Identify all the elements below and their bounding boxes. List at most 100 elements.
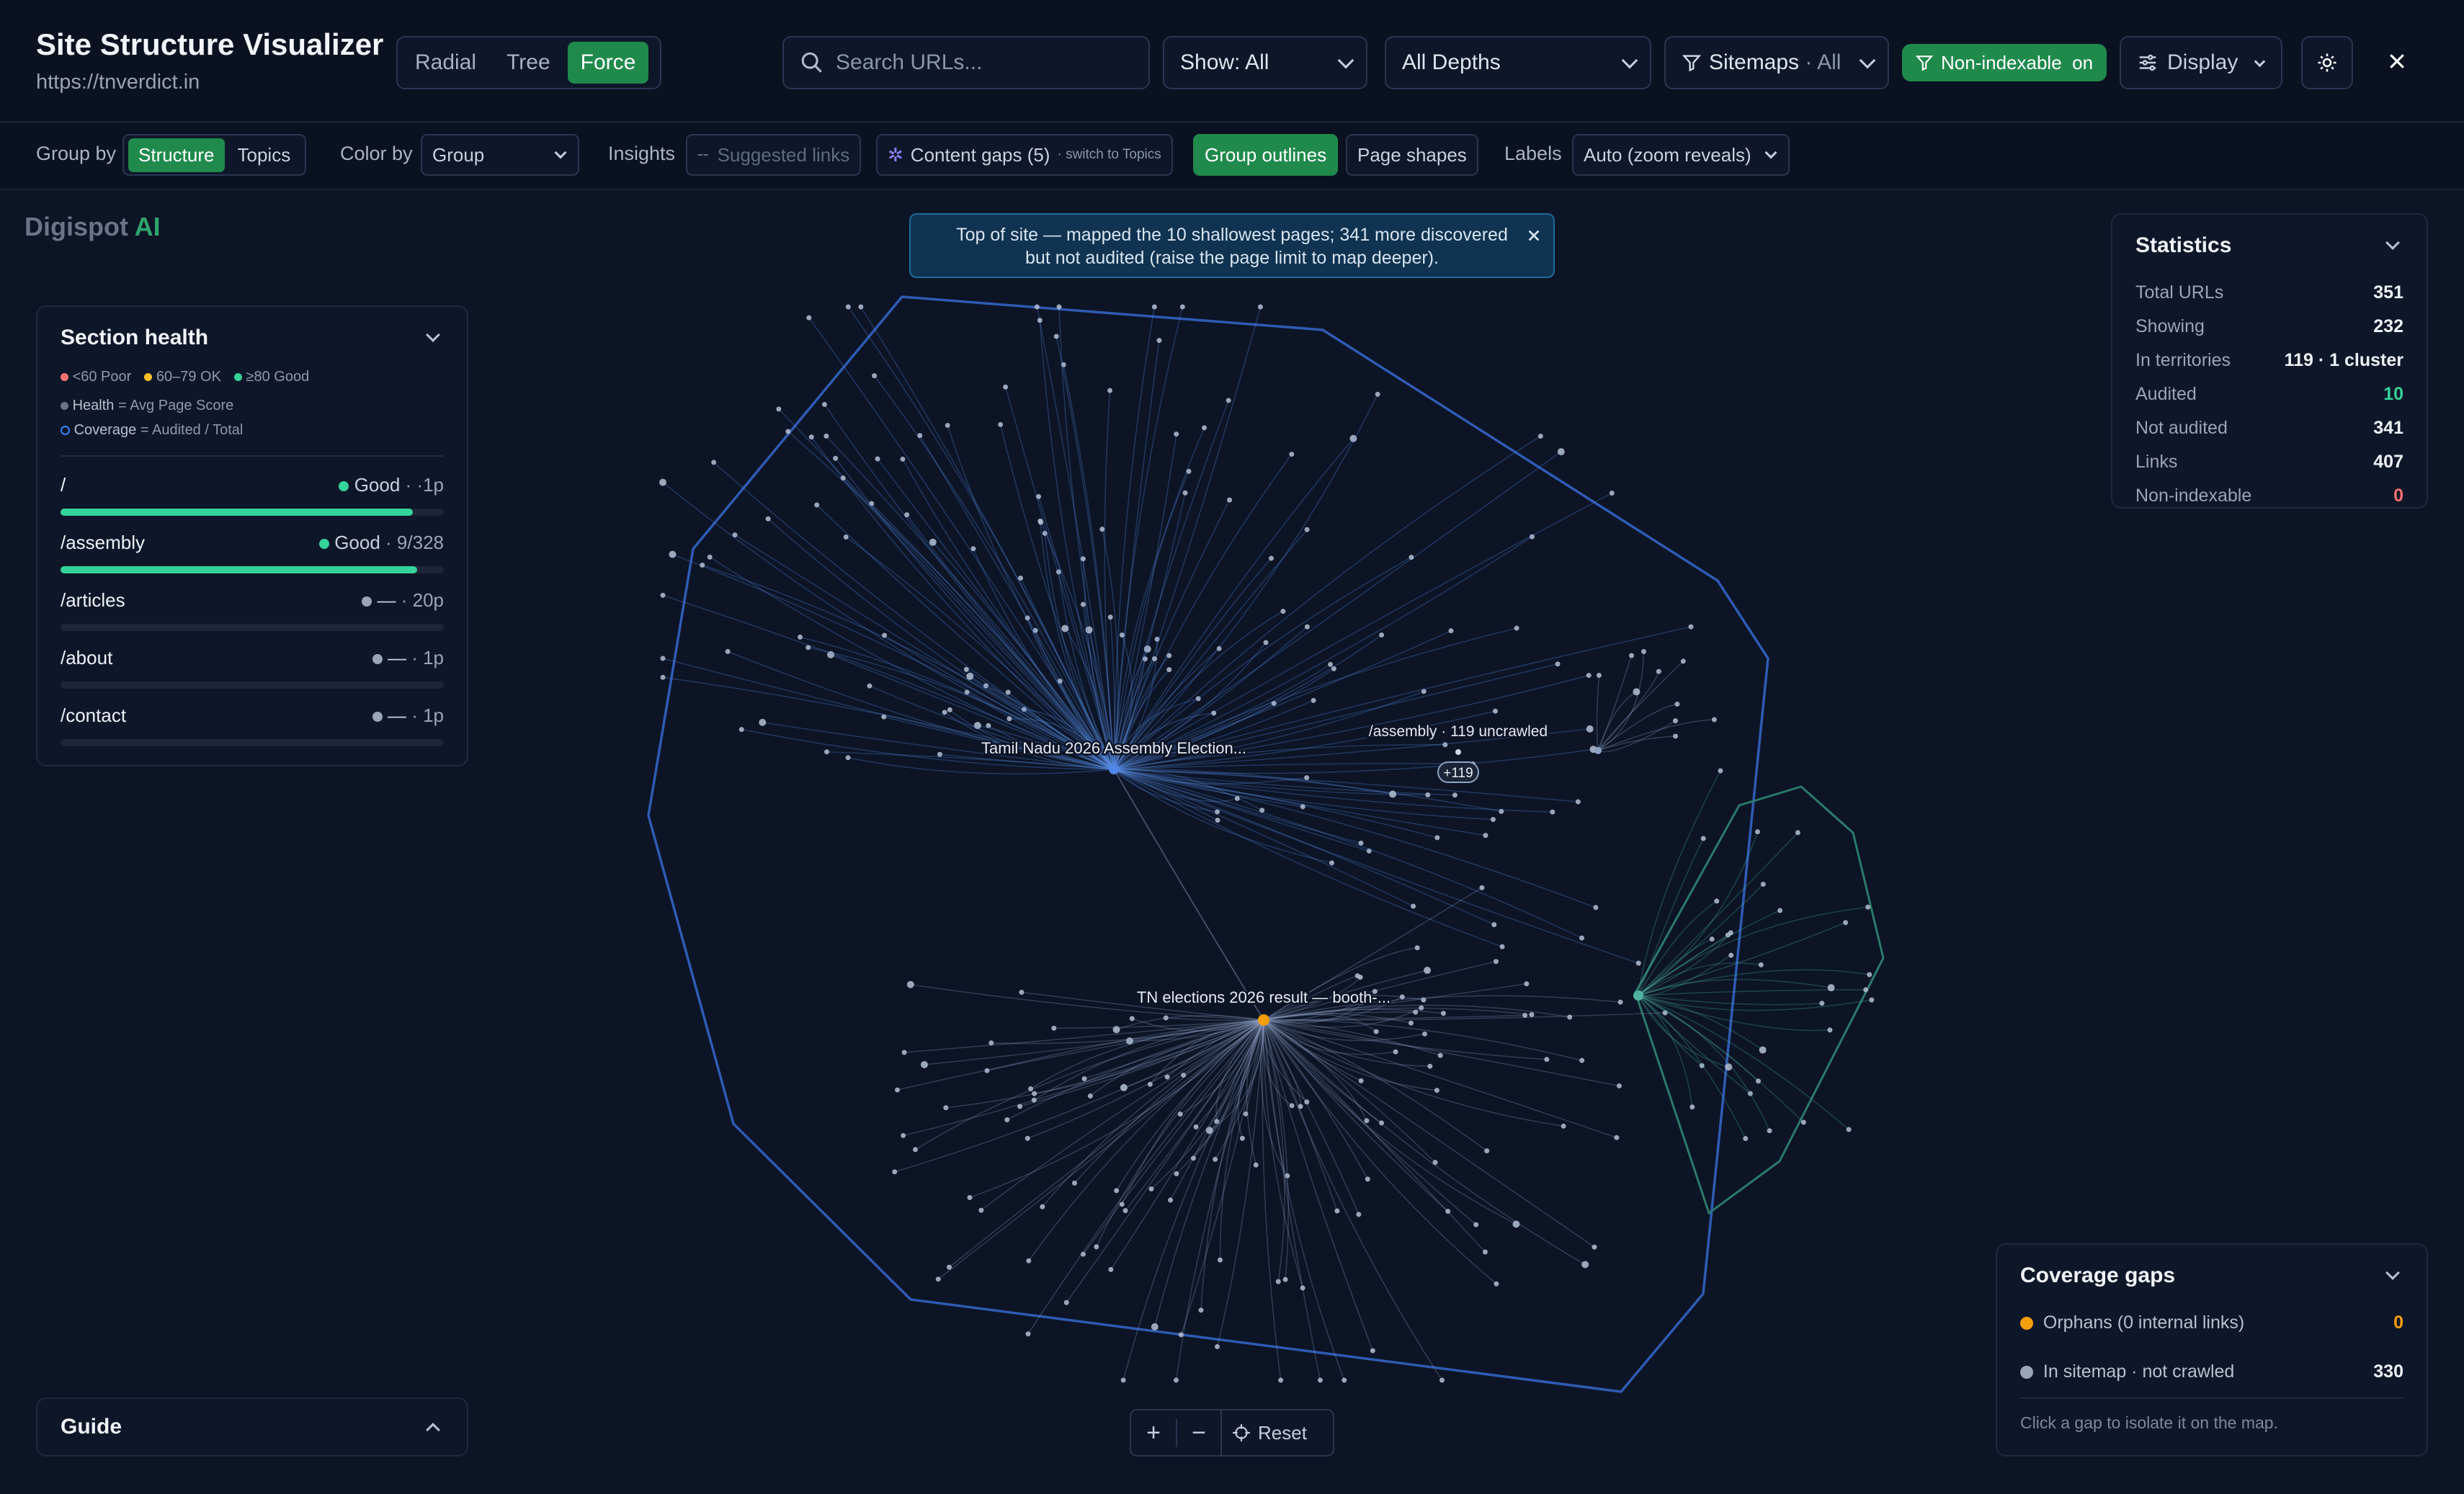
page-node[interactable] <box>1234 795 1240 801</box>
color-by-select[interactable]: Group <box>421 134 579 176</box>
page-node[interactable] <box>1673 733 1679 739</box>
page-node[interactable] <box>1819 1001 1825 1006</box>
page-node[interactable] <box>1257 304 1263 310</box>
graph-canvas[interactable]: Tamil Nadu 2026 Assembly Election... TN e… <box>0 192 2464 1494</box>
page-node[interactable] <box>1026 1258 1032 1263</box>
page-node[interactable] <box>1867 972 1872 978</box>
page-node[interactable] <box>1317 1377 1323 1383</box>
chevron-up-icon[interactable] <box>426 1423 440 1437</box>
page-node[interactable] <box>1754 829 1760 835</box>
page-node[interactable] <box>1674 701 1680 707</box>
page-node[interactable] <box>1003 384 1009 390</box>
page-node[interactable] <box>895 1087 901 1093</box>
page-node[interactable] <box>1759 1046 1767 1054</box>
depth-filter-select[interactable]: All Depths <box>1385 36 1651 89</box>
section-row[interactable]: / Good · ·1p <box>61 474 444 516</box>
page-node[interactable] <box>700 563 705 568</box>
page-node[interactable] <box>1275 1279 1281 1284</box>
page-node[interactable] <box>1017 1104 1023 1109</box>
guide-panel[interactable]: Guide <box>36 1397 468 1457</box>
page-node[interactable] <box>901 1132 906 1138</box>
page-node[interactable] <box>1524 981 1530 987</box>
page-node[interactable] <box>660 674 666 680</box>
page-node[interactable] <box>1094 1244 1099 1250</box>
page-node[interactable] <box>1304 527 1310 532</box>
page-node[interactable] <box>1437 1052 1443 1058</box>
page-node[interactable] <box>1411 903 1416 909</box>
content-gaps-toggle[interactable]: ✲ Content gaps (5) · switch to Topics <box>876 134 1173 176</box>
page-node[interactable] <box>1499 944 1505 949</box>
page-node[interactable] <box>1714 898 1720 904</box>
page-node[interactable] <box>1434 835 1440 841</box>
page-node[interactable] <box>1408 1020 1414 1026</box>
page-node[interactable] <box>1107 614 1113 620</box>
result-node[interactable] <box>1258 1014 1269 1026</box>
page-node[interactable] <box>806 315 812 321</box>
page-node[interactable] <box>1422 1031 1428 1037</box>
page-node[interactable] <box>1227 497 1233 503</box>
page-node[interactable] <box>1193 1124 1199 1130</box>
page-node[interactable] <box>1182 490 1188 496</box>
page-node[interactable] <box>1586 673 1592 679</box>
page-node[interactable] <box>1483 833 1488 838</box>
page-node[interactable] <box>1006 716 1012 722</box>
group-topics-button[interactable]: Topics <box>228 138 301 172</box>
page-node[interactable] <box>659 478 666 486</box>
page-node[interactable] <box>1280 609 1286 614</box>
page-node[interactable] <box>1482 1249 1488 1255</box>
page-node[interactable] <box>1593 905 1599 911</box>
section-row[interactable]: /contact — · 1p <box>61 704 444 746</box>
page-node[interactable] <box>1680 658 1686 664</box>
page-node[interactable] <box>1061 625 1069 632</box>
page-node[interactable] <box>1268 555 1274 561</box>
page-node[interactable] <box>892 1169 898 1175</box>
page-node[interactable] <box>1328 661 1334 667</box>
page-node[interactable] <box>824 749 830 755</box>
zoom-in-button[interactable]: + <box>1131 1419 1176 1447</box>
page-node[interactable] <box>1034 304 1040 310</box>
page-node[interactable] <box>970 546 976 552</box>
page-node[interactable] <box>1399 994 1405 1000</box>
page-node[interactable] <box>917 433 923 439</box>
page-node[interactable] <box>738 727 744 733</box>
page-node[interactable] <box>1425 792 1431 798</box>
page-node[interactable] <box>1427 1063 1433 1069</box>
search-input[interactable]: Search URLs... <box>782 36 1150 89</box>
page-node[interactable] <box>843 534 849 540</box>
page-node[interactable] <box>1168 1197 1174 1203</box>
page-node[interactable] <box>1213 1156 1218 1162</box>
page-node[interactable] <box>1633 688 1641 696</box>
page-node[interactable] <box>1211 710 1217 716</box>
page-node[interactable] <box>1071 1180 1077 1186</box>
page-node[interactable] <box>1641 649 1646 655</box>
close-icon[interactable] <box>2386 50 2408 72</box>
section-row[interactable]: /about — · 1p <box>61 647 444 689</box>
page-node[interactable] <box>1452 792 1458 798</box>
page-node[interactable] <box>943 1105 949 1111</box>
suggested-links-toggle[interactable]: ╌ Suggested links <box>686 134 862 176</box>
page-node[interactable] <box>1379 632 1385 638</box>
page-node[interactable] <box>1081 1075 1087 1081</box>
page-node[interactable] <box>1557 448 1565 456</box>
page-node[interactable] <box>945 422 950 428</box>
page-node[interactable] <box>1179 304 1185 310</box>
page-node[interactable] <box>1356 1212 1362 1217</box>
page-node[interactable] <box>1743 1136 1749 1142</box>
page-node[interactable] <box>711 460 717 465</box>
page-node[interactable] <box>1056 304 1062 310</box>
page-node[interactable] <box>1827 1027 1833 1033</box>
page-node[interactable] <box>1795 830 1800 836</box>
page-node[interactable] <box>1616 1083 1622 1088</box>
page-node[interactable] <box>833 455 839 461</box>
page-node[interactable] <box>1080 601 1086 607</box>
page-node[interactable] <box>1053 334 1059 339</box>
page-node[interactable] <box>1311 697 1316 703</box>
page-node[interactable] <box>1226 398 1231 403</box>
page-node[interactable] <box>845 304 851 310</box>
page-node[interactable] <box>1758 962 1764 967</box>
page-node[interactable] <box>1239 1135 1245 1141</box>
chevron-down-icon[interactable] <box>2385 1266 2400 1280</box>
orphans-row[interactable]: Orphans (0 internal links) 0 <box>2020 1312 2403 1333</box>
page-node[interactable] <box>1364 1118 1370 1124</box>
page-node[interactable] <box>867 683 872 689</box>
